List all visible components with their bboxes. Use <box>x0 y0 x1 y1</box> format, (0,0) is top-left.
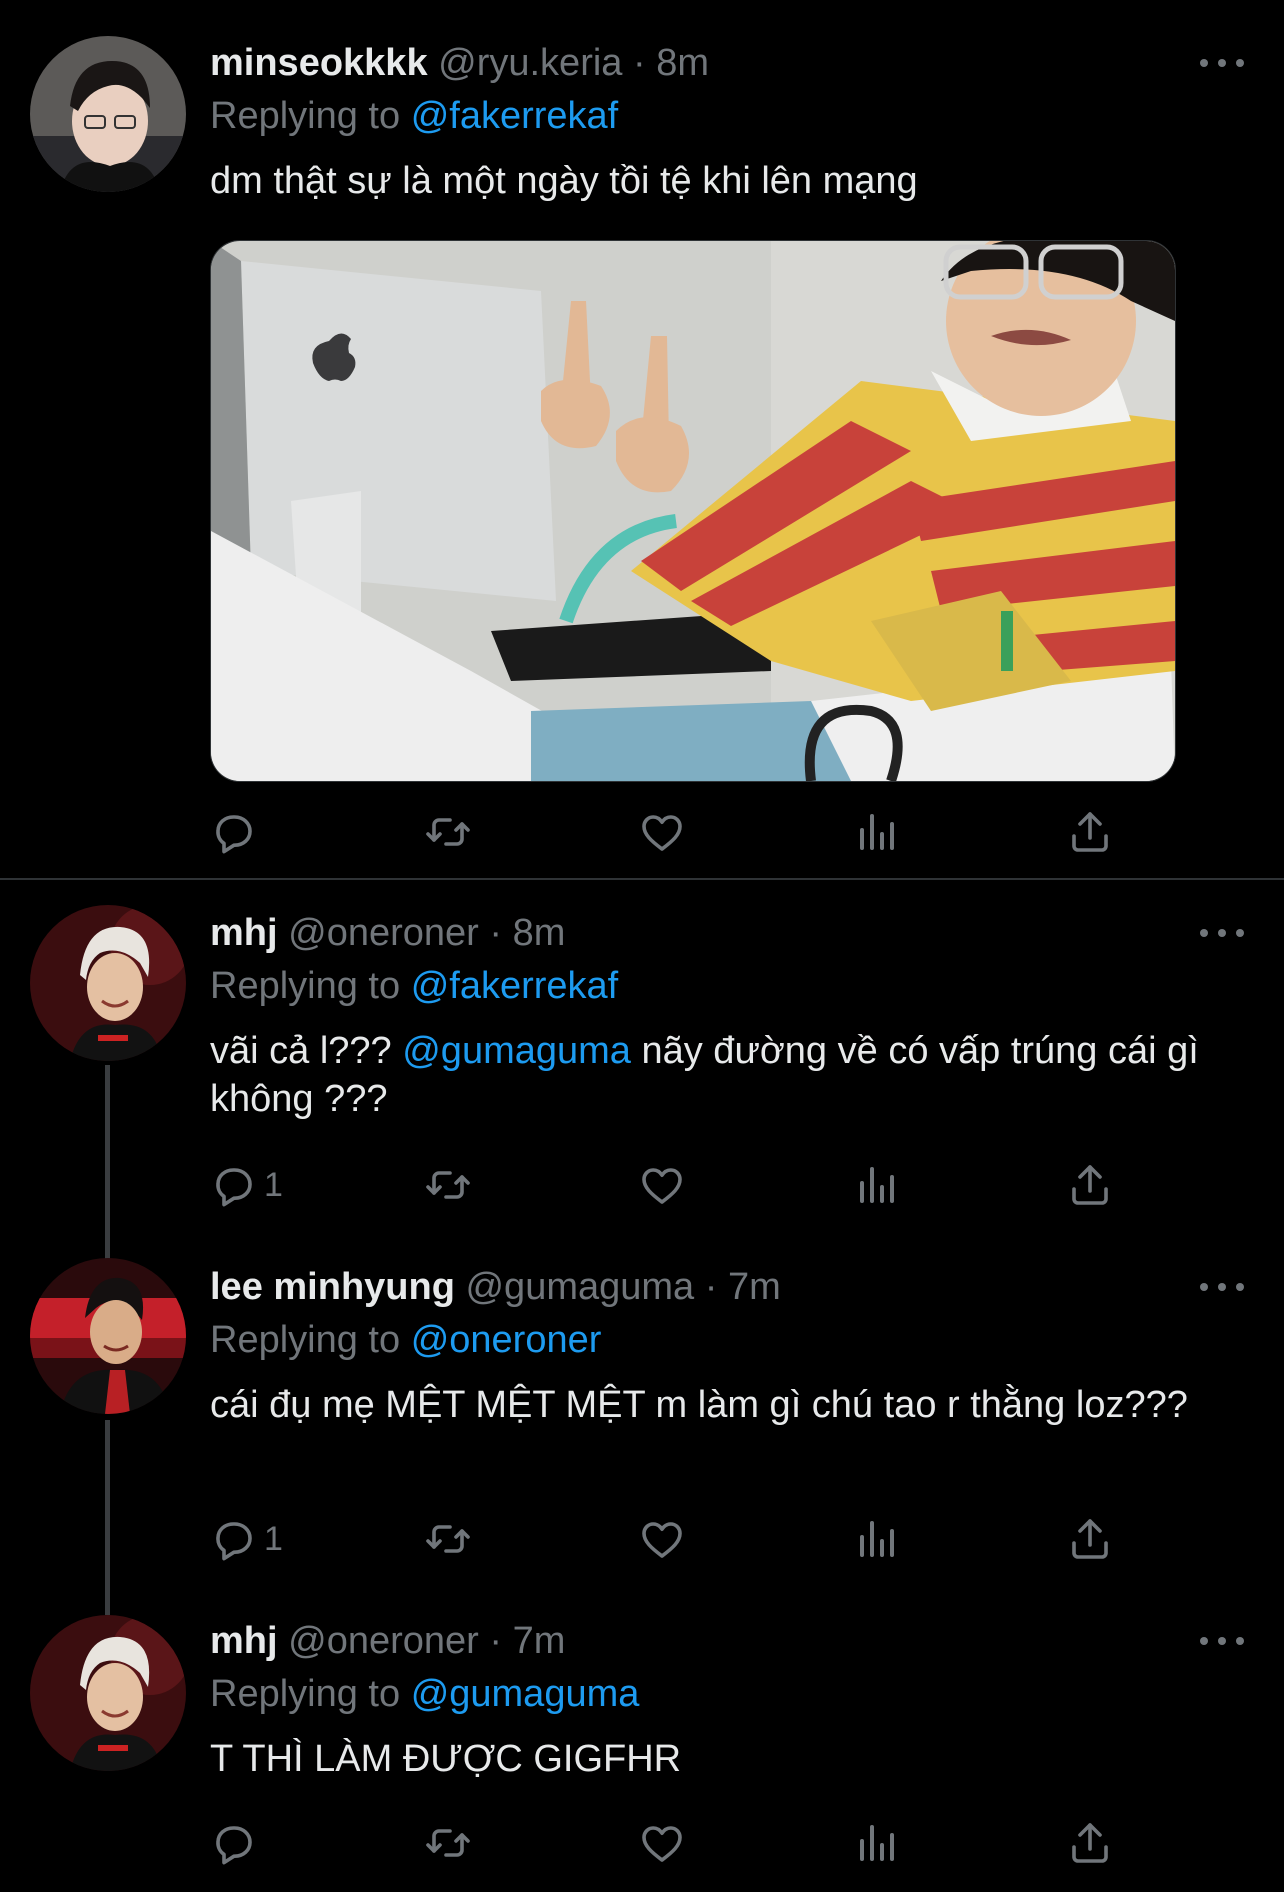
retweet-icon <box>424 808 472 856</box>
retweet-icon <box>424 1161 472 1209</box>
timestamp[interactable]: · 7m <box>705 1266 781 1308</box>
avatar-image <box>30 905 186 1061</box>
retweet-button[interactable] <box>424 1817 472 1869</box>
username[interactable]: @gumaguma <box>465 1266 694 1308</box>
retweet-button[interactable] <box>424 1513 472 1565</box>
replying-to: Replying to @fakerrekaf <box>210 963 618 1009</box>
replying-to: Replying to @gumaguma <box>210 1671 639 1717</box>
like-button[interactable] <box>638 1817 686 1869</box>
views-button[interactable] <box>852 1817 900 1869</box>
tweet-actions: 1 <box>210 1159 1130 1211</box>
avatar[interactable] <box>30 36 186 192</box>
avatar-image <box>30 36 186 192</box>
views-icon <box>852 1161 900 1209</box>
like-icon <box>638 1161 686 1209</box>
replying-to-mention[interactable]: @fakerrekaf <box>411 95 619 137</box>
reply-icon <box>210 808 258 856</box>
reply-button[interactable] <box>210 806 264 858</box>
tweet-text: cái đụ mẹ MỆT MỆT MỆT m làm gì chú tao r… <box>210 1384 1188 1426</box>
tweet-header: minseokkkk @ryu.keria · 8m <box>210 40 709 86</box>
tweet[interactable]: mhj @oneroner · 8m Replying to @fakerrek… <box>0 880 1284 1230</box>
retweet-icon <box>424 1819 472 1867</box>
reply-button[interactable] <box>210 1817 264 1869</box>
share-button[interactable] <box>1066 1513 1114 1565</box>
username[interactable]: @oneroner <box>288 912 479 954</box>
username[interactable]: @oneroner <box>288 1620 479 1662</box>
like-icon <box>638 1819 686 1867</box>
reply-count: 1 <box>264 1519 283 1558</box>
timestamp[interactable]: · 8m <box>633 42 709 84</box>
replying-to-mention[interactable]: @fakerrekaf <box>411 965 619 1007</box>
replying-to-label: Replying to <box>210 1319 401 1361</box>
username[interactable]: @ryu.keria <box>438 42 622 84</box>
share-icon <box>1066 808 1114 856</box>
retweet-button[interactable] <box>424 806 472 858</box>
tweet-header: lee minhyung @gumaguma · 7m <box>210 1264 781 1310</box>
display-name[interactable]: mhj <box>210 912 278 954</box>
more-icon[interactable] <box>1200 923 1244 943</box>
tweet[interactable]: mhj @oneroner · 7m Replying to @gumaguma… <box>0 1588 1284 1892</box>
avatar-image <box>30 1615 186 1771</box>
tweet-mention[interactable]: @gumaguma <box>402 1030 631 1072</box>
like-button[interactable] <box>638 806 686 858</box>
avatar[interactable] <box>30 1258 186 1414</box>
avatar-image <box>30 1258 186 1414</box>
timestamp[interactable]: · 7m <box>489 1620 565 1662</box>
tweet-text: T THÌ LÀM ĐƯỢC GIGFHR <box>210 1738 682 1780</box>
avatar[interactable] <box>30 905 186 1061</box>
views-button[interactable] <box>852 806 900 858</box>
more-icon[interactable] <box>1200 53 1244 73</box>
replying-to: Replying to @oneroner <box>210 1317 601 1363</box>
replying-to-label: Replying to <box>210 1673 401 1715</box>
display-name[interactable]: mhj <box>210 1620 278 1662</box>
views-icon <box>852 1819 900 1867</box>
display-name[interactable]: minseokkkk <box>210 42 428 84</box>
tweet-text: vãi cả l??? @gumaguma nãy đường về có vấ… <box>210 1027 1250 1123</box>
share-button[interactable] <box>1066 806 1114 858</box>
more-icon[interactable] <box>1200 1631 1244 1651</box>
more-icon[interactable] <box>1200 1277 1244 1297</box>
reply-button[interactable]: 1 <box>210 1159 283 1211</box>
like-button[interactable] <box>638 1159 686 1211</box>
tweet[interactable]: lee minhyung @gumaguma · 7m Replying to … <box>0 1234 1284 1584</box>
replying-to-mention[interactable]: @gumaguma <box>411 1673 640 1715</box>
retweet-icon <box>424 1515 472 1563</box>
views-button[interactable] <box>852 1513 900 1565</box>
replying-to-label: Replying to <box>210 95 401 137</box>
replying-to-label: Replying to <box>210 965 401 1007</box>
tweet-actions <box>210 1817 1130 1869</box>
tweet-media[interactable] <box>210 240 1176 782</box>
share-icon <box>1066 1161 1114 1209</box>
replying-to: Replying to @fakerrekaf <box>210 93 618 139</box>
like-button[interactable] <box>638 1513 686 1565</box>
share-button[interactable] <box>1066 1817 1114 1869</box>
tweet-header: mhj @oneroner · 8m <box>210 910 565 956</box>
tweet-photo <box>211 241 1175 781</box>
share-button[interactable] <box>1066 1159 1114 1211</box>
timestamp[interactable]: · 8m <box>489 912 565 954</box>
tweet-text-part: vãi cả l??? <box>210 1030 403 1072</box>
tweet[interactable]: minseokkkk @ryu.keria · 8m Replying to @… <box>0 0 1284 878</box>
views-button[interactable] <box>852 1159 900 1211</box>
share-icon <box>1066 1515 1114 1563</box>
reply-icon <box>210 1515 258 1563</box>
like-icon <box>638 808 686 856</box>
like-icon <box>638 1515 686 1563</box>
tweet-text: dm thật sự là một ngày tồi tệ khi lên mạ… <box>210 160 918 202</box>
tweet-actions: 1 <box>210 1513 1130 1565</box>
reply-count: 1 <box>264 1165 283 1204</box>
reply-icon <box>210 1819 258 1867</box>
tweet-actions <box>210 806 1130 858</box>
reply-button[interactable]: 1 <box>210 1513 283 1565</box>
retweet-button[interactable] <box>424 1159 472 1211</box>
share-icon <box>1066 1819 1114 1867</box>
display-name[interactable]: lee minhyung <box>210 1266 455 1308</box>
views-icon <box>852 808 900 856</box>
views-icon <box>852 1515 900 1563</box>
tweet-header: mhj @oneroner · 7m <box>210 1618 565 1664</box>
reply-icon <box>210 1161 258 1209</box>
avatar[interactable] <box>30 1615 186 1771</box>
replying-to-mention[interactable]: @oneroner <box>411 1319 602 1361</box>
